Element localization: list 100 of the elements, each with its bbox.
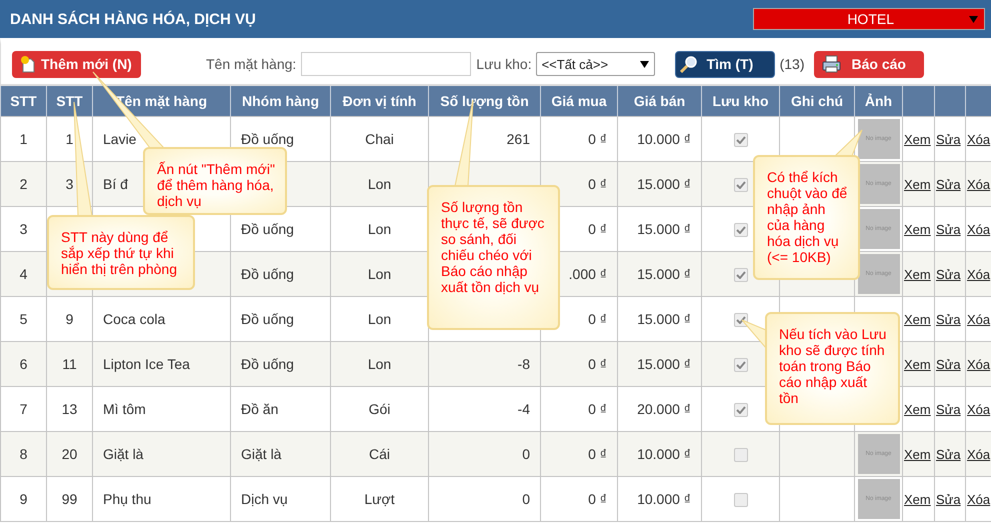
table-cell: 5 [20, 311, 28, 327]
checkbox[interactable] [734, 313, 748, 328]
callout-note: Nếu tích vào Lưu kho sẽ được tính toán trong Báo cáo nhập xuất tồn [765, 312, 900, 425]
table-cell-text: 20.000 ₫ [637, 401, 692, 417]
check-icon [736, 226, 746, 234]
table-cell-text: Giặt là [102, 446, 144, 462]
callout-note: Ấn nút "Thêm mới" để thêm hàng hóa, dịch vụ [143, 147, 287, 215]
table-cell: 1 [20, 131, 28, 147]
table-cell-text: 0 ₫ [588, 221, 608, 237]
table-cell-text: 0 ₫ [588, 131, 608, 147]
table-cell-text: 0 [522, 491, 531, 507]
column-header: Giá bán [618, 86, 702, 116]
table-cell: 2 [20, 176, 28, 192]
checkbox[interactable] [734, 223, 748, 238]
table-cell: 6 [20, 356, 28, 372]
callout-note: STT này dùng để sắp xếp thứ tự khi hiển thị trên phòng [47, 215, 195, 290]
checkbox[interactable] [734, 178, 748, 192]
table-cell-text: Giặt là [240, 446, 282, 462]
checkbox[interactable] [734, 493, 748, 508]
table-cell: 7 [20, 401, 28, 417]
document-icon [20, 55, 35, 73]
table-cell: Gói [368, 401, 390, 417]
table-cell-text: 10.000 ₫ [637, 491, 692, 507]
field-label: Lưu kho: [476, 56, 532, 72]
check-icon [736, 136, 746, 144]
report-button[interactable]: Báo cáo [814, 50, 924, 78]
column-header: STT [0, 86, 46, 116]
check-icon [736, 361, 746, 370]
column-header: Ghi chú [780, 86, 854, 116]
table-cell: 9 [66, 311, 74, 327]
checkbox[interactable] [734, 358, 748, 372]
checkbox[interactable] [734, 268, 748, 282]
page-title: DANH SÁCH HÀNG HÓA, DỊCH VỤ [10, 10, 256, 28]
table-cell: 3 [66, 176, 74, 192]
table-cell-text: 10.000 ₫ [637, 446, 692, 462]
table-cell: 13 [62, 401, 78, 417]
table-cell-text: -4 [518, 401, 531, 417]
table-cell-text: 10.000 ₫ [637, 131, 692, 147]
field-label: Tên mặt hàng: [206, 56, 296, 72]
check-icon [736, 316, 746, 324]
checkbox[interactable] [734, 448, 748, 462]
table-cell-text: 15.000 ₫ [637, 176, 692, 192]
table-cell-text: Dịch vụ [240, 491, 288, 507]
table-cell: Lon [368, 221, 392, 237]
table-cell-text: 0 [522, 446, 531, 462]
printer-icon [822, 55, 842, 73]
table-cell: 11 [62, 356, 77, 372]
callout-note: Có thể kích chuột vào để nhập ảnh của hàng hóa dịch vụ (<= 10KB) [753, 155, 860, 280]
table-cell-text: 15.000 ₫ [637, 266, 692, 282]
table-cell-text: 0 ₫ [588, 446, 608, 462]
table-cell-text: Coca cola [102, 311, 166, 327]
table-cell-text: 0 ₫ [588, 311, 608, 327]
table-cell-text: Đồ ăn [240, 401, 278, 417]
table-cell: 3 [20, 221, 28, 237]
table-cell-text: Lipton Ice Tea [102, 356, 190, 372]
column-header: Ảnh [854, 86, 902, 116]
add-button[interactable]: Thêm mới (N) [12, 50, 141, 78]
table-cell-text: Đồ uống [240, 131, 294, 147]
table-cell-text: 15.000 ₫ [637, 356, 692, 372]
table-cell-text: Phụ thu [102, 491, 152, 507]
column-header: Nhóm hàng [230, 86, 330, 116]
column-header: Số lượng tồn [428, 86, 540, 116]
search-button[interactable]: Tìm (T) [674, 50, 775, 78]
table-cell-text: 261 [506, 131, 531, 147]
column-header: Lưu kho [702, 86, 780, 116]
table-cell: Lon [368, 311, 392, 327]
table-cell-text: Bí đ [102, 176, 128, 192]
table-cell-text: Lavie [102, 131, 136, 147]
table-cell-text: -8 [518, 356, 531, 372]
table-cell-text: 0 ₫ [588, 401, 608, 417]
table-cell-text: 15.000 ₫ [637, 221, 692, 237]
table-cell: Lượt [364, 491, 395, 507]
table-cell: Lon [368, 356, 392, 372]
column-header: Giá mua [540, 86, 618, 116]
stock-select[interactable]: <<Tất cả>> [536, 52, 655, 76]
table-cell-text: 0 ₫ [588, 356, 608, 372]
table-cell: 20 [62, 446, 78, 462]
caret-icon [969, 16, 978, 22]
table-cell-text: Đồ uống [240, 356, 294, 372]
search-icon [680, 56, 697, 72]
table-cell-text: Đồ uống [240, 266, 294, 282]
hotel-select[interactable]: HOTEL [753, 8, 985, 30]
table-cell: Chai [365, 131, 394, 147]
checkbox[interactable] [734, 403, 748, 418]
table-cell-text: Đồ uống [240, 221, 294, 237]
table-cell: 99 [62, 491, 78, 507]
table-cell: 8 [20, 446, 28, 462]
caret-icon [640, 60, 649, 68]
name-input-field[interactable] [301, 52, 472, 76]
check-icon [736, 406, 746, 414]
table-cell: Lon [368, 266, 392, 282]
column-header: Đơn vị tính [330, 86, 428, 116]
table-cell: Cái [368, 446, 390, 462]
table-cell-text: Mì tôm [102, 401, 146, 417]
result-count: (13) [780, 56, 804, 72]
check-icon [736, 181, 746, 190]
table-cell-text: Đồ uống [240, 311, 294, 327]
table-cell: 1 [66, 131, 74, 147]
checkbox[interactable] [734, 133, 748, 148]
callout-note: Số lượng tồn thực tế, sẽ được so sánh, đối chiếu chéo với Báo cáo nhập xuất tồn dịch vụ [427, 185, 560, 330]
